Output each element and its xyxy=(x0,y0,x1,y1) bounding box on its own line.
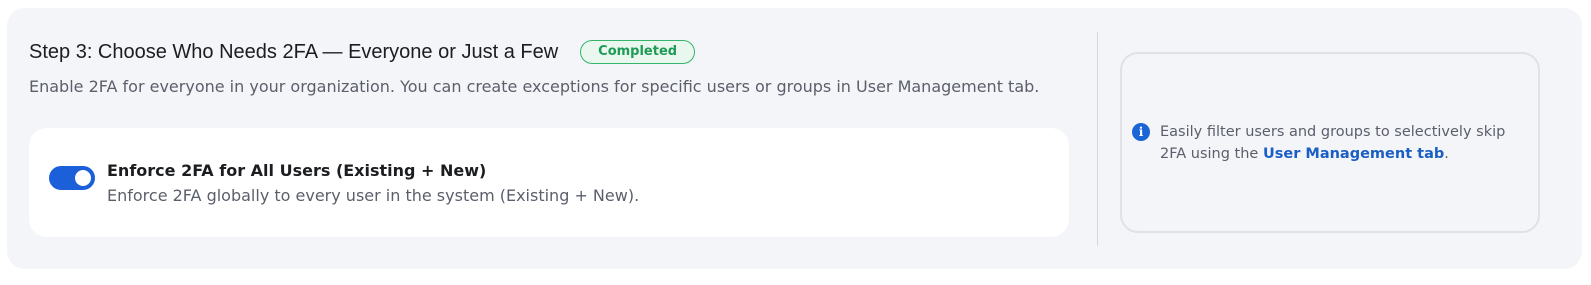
option-title: Enforce 2FA for All Users (Existing + Ne… xyxy=(107,161,487,180)
info-text: Easily filter users and groups to select… xyxy=(1160,121,1532,165)
option-description: Enforce 2FA globally to every user in th… xyxy=(107,186,640,205)
step-card: Step 3: Choose Who Needs 2FA — Everyone … xyxy=(7,8,1582,269)
step-header: Step 3: Choose Who Needs 2FA — Everyone … xyxy=(29,40,696,64)
step-title: Step 3: Choose Who Needs 2FA — Everyone … xyxy=(29,40,559,63)
status-badge: Completed xyxy=(580,40,696,64)
user-management-link[interactable]: User Management tab xyxy=(1263,146,1444,162)
info-text-after: . xyxy=(1444,146,1449,162)
enforce-2fa-toggle[interactable] xyxy=(49,166,95,190)
enforce-option-panel: Enforce 2FA for All Users (Existing + Ne… xyxy=(29,128,1069,237)
toggle-knob xyxy=(75,170,91,186)
step-subtitle: Enable 2FA for everyone in your organiza… xyxy=(29,77,1040,96)
vertical-divider xyxy=(1097,32,1098,246)
info-panel: i Easily filter users and groups to sele… xyxy=(1120,52,1540,233)
info-icon: i xyxy=(1132,123,1150,141)
